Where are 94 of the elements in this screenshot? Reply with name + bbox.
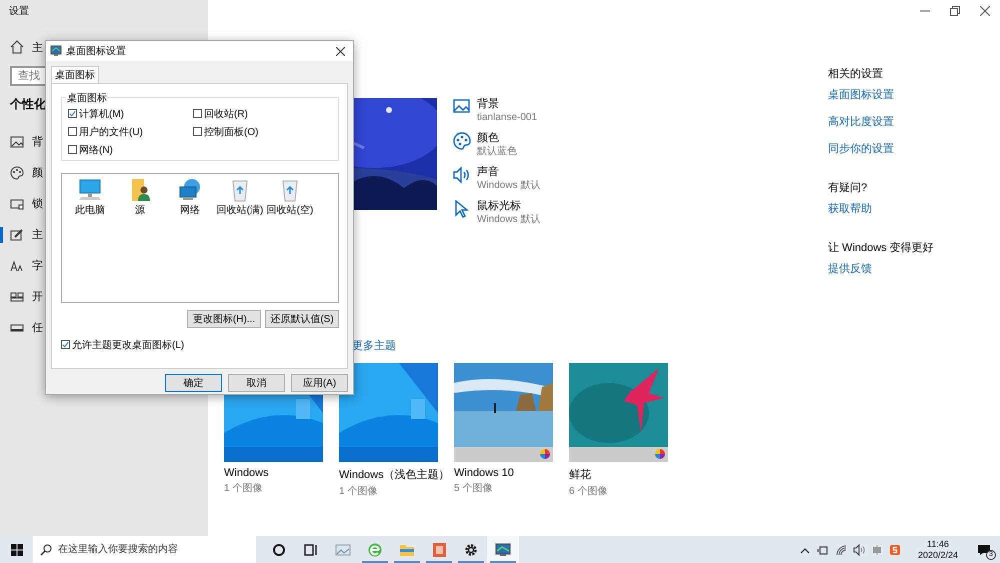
home-link[interactable]: 主: [0, 34, 43, 60]
palette-icon: [10, 166, 24, 180]
cursor-icon: [453, 200, 471, 218]
theme-name: 鲜花: [569, 468, 591, 482]
desktop-icon-item[interactable]: 源: [115, 177, 165, 217]
brush-icon: [10, 228, 24, 242]
home-icon: [10, 40, 24, 54]
theme-image-count: 6 个图像: [569, 485, 608, 498]
sidebar-item[interactable]: 开: [0, 281, 43, 312]
settings-link[interactable]: 获取帮助: [828, 201, 934, 216]
theme-attribute[interactable]: 背景 tianlanse-001: [453, 98, 540, 124]
button[interactable]: 更改图标(H)...: [187, 310, 261, 328]
palette-icon: [453, 132, 471, 150]
message-icon: [977, 544, 991, 556]
search-icon: [40, 544, 52, 556]
restore-icon: [950, 6, 960, 16]
close-icon: [980, 6, 990, 16]
sidebar-item[interactable]: 颜: [0, 157, 43, 188]
font-icon: [10, 258, 24, 272]
checkbox[interactable]: 回收站(R): [193, 106, 332, 121]
attribute-value: tianlanse-001: [477, 111, 538, 124]
sidebar-item[interactable]: 背: [0, 126, 43, 157]
theme-attribute[interactable]: 鼠标光标 Windows 默认: [453, 200, 540, 226]
theme-tile[interactable]: Windows 10 5 个图像: [454, 363, 553, 498]
desktop-icon-item[interactable]: 回收站(满): [215, 177, 265, 217]
tab[interactable]: 桌面图标: [51, 66, 99, 83]
monitor-icon: [50, 45, 62, 57]
close-icon[interactable]: [336, 46, 345, 56]
button[interactable]: 确定: [165, 374, 222, 392]
browser-icon: [367, 542, 383, 558]
group-label: 桌面图标: [66, 91, 108, 105]
battery-icon[interactable]: [816, 544, 829, 556]
sidebar-item[interactable]: 字: [0, 250, 43, 281]
desktop-icon-item[interactable]: 回收站(空): [265, 177, 315, 217]
presentation-icon: [431, 542, 447, 558]
theme-attribute[interactable]: 声音 Windows 默认: [453, 166, 540, 192]
picture-icon: [10, 134, 24, 148]
lock-screen-icon: [10, 196, 24, 210]
input-method-icon[interactable]: [888, 544, 901, 556]
wifi-icon[interactable]: [834, 544, 847, 556]
sidebar-item[interactable]: 任: [0, 312, 43, 343]
attribute-title: 鼠标光标: [477, 200, 522, 213]
task-view-icon: [303, 542, 319, 558]
theme-image-count: 1 个图像: [224, 482, 264, 495]
sidebar-item[interactable]: 锁: [0, 188, 43, 219]
theme-attribute[interactable]: 颜色 默认蓝色: [453, 132, 540, 158]
checkbox[interactable]: 允许主题更改桌面图标(L): [61, 337, 339, 352]
theme-image-count: 1 个图像: [339, 485, 378, 498]
theme-name: Windows 10: [454, 467, 514, 479]
checkbox[interactable]: 用户的文件(U): [68, 124, 193, 139]
settings-link[interactable]: 提供反馈: [828, 261, 934, 276]
theme-tile[interactable]: 鲜花 6 个图像: [569, 363, 668, 498]
photo-viewer-icon: [335, 542, 351, 558]
attribute-title: 颜色: [477, 132, 500, 145]
sidebar-item[interactable]: 主: [0, 219, 43, 250]
desktop-icon-item[interactable]: 此电脑: [65, 177, 115, 217]
section-heading: 有疑问?: [828, 181, 868, 195]
theme-name: Windows（浅色主题）: [339, 468, 450, 482]
button[interactable]: 取消: [228, 374, 285, 392]
circle-icon: [271, 542, 287, 558]
theme-name: Windows: [224, 467, 269, 479]
clock-date[interactable]: 2020/2/24: [918, 550, 958, 560]
checkmark-icon: [69, 110, 76, 117]
taskbar-app[interactable]: [487, 536, 519, 563]
clock-time[interactable]: 11:46: [927, 538, 949, 550]
section-heading: 相关的设置: [828, 66, 884, 81]
monitor-icon: [77, 177, 103, 203]
speaker-icon[interactable]: [852, 544, 865, 556]
search-field[interactable]: 在这里输入你要搜索的内容: [33, 536, 256, 563]
settings-icon: [463, 542, 479, 558]
checkbox[interactable]: 网络(N): [68, 142, 193, 157]
section-heading: 让 Windows 变得更好: [828, 240, 934, 255]
monitor-icon: [495, 542, 511, 558]
settings-link[interactable]: 高对比度设置: [828, 114, 934, 129]
checkbox[interactable]: 控制面板(O): [193, 124, 332, 139]
attribute-value: Windows 默认: [477, 179, 540, 192]
theme-image-count: 5 个图像: [454, 482, 494, 495]
attribute-value: 默认蓝色: [477, 145, 517, 158]
button[interactable]: 还原默认值(S): [265, 310, 339, 328]
settings-link[interactable]: 桌面图标设置: [828, 87, 934, 102]
speaker-icon: [453, 166, 471, 184]
windows-logo-icon[interactable]: [11, 544, 23, 556]
start-icon: [10, 290, 24, 304]
attribute-title: 背景: [477, 98, 500, 111]
checkbox[interactable]: 计算机(M): [68, 106, 193, 121]
checkmark-icon: [62, 341, 69, 348]
button[interactable]: 应用(A): [291, 374, 348, 392]
settings-link[interactable]: 同步你的设置: [828, 141, 934, 156]
dialog-title: 桌面图标设置: [66, 44, 127, 58]
network-icon: [177, 177, 203, 203]
attribute-title: 声音: [477, 166, 500, 179]
app-title: 设置: [8, 4, 29, 19]
attribute-value: Windows 默认: [477, 213, 540, 226]
desktop-icon-item[interactable]: 网络: [165, 177, 215, 217]
